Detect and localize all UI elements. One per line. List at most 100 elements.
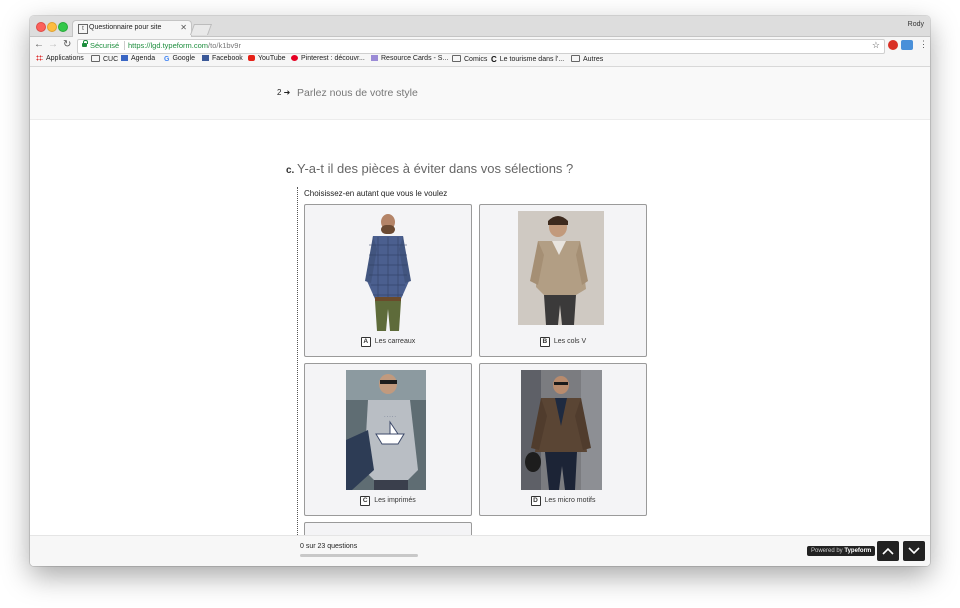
- reload-icon[interactable]: ↻: [63, 39, 71, 50]
- bookmark-youtube[interactable]: YouTube: [248, 55, 286, 62]
- maximize-window-button[interactable]: [58, 22, 68, 32]
- choice-text: Les imprimés: [374, 497, 416, 504]
- question-letter: c.: [286, 165, 295, 176]
- choice-d[interactable]: D Les micro motifs: [479, 363, 647, 516]
- choice-key: D: [530, 496, 541, 506]
- question-hint: Choisissez-en autant que vous le voulez: [304, 189, 448, 198]
- tab-strip: t Questionnaire pour site ✕ Rody: [30, 16, 930, 37]
- powered-prefix: Powered by: [811, 548, 843, 554]
- browser-tab[interactable]: t Questionnaire pour site ✕: [72, 20, 192, 37]
- pinterest-icon: [291, 55, 298, 61]
- svg-text:· · · · ·: · · · · ·: [384, 414, 395, 419]
- browser-window: t Questionnaire pour site ✕ Rody ← → ↻ S…: [30, 16, 930, 566]
- choice-key: B: [539, 337, 550, 347]
- choice-label: A Les carreaux: [305, 337, 471, 347]
- bookmark-label: Pinterest : découvr...: [301, 55, 365, 62]
- tab-title: Questionnaire pour site: [89, 24, 162, 31]
- previous-question-number: 2 ➜: [277, 88, 291, 97]
- typeform-favicon-icon: t: [78, 24, 88, 34]
- bookmark-applications[interactable]: Applications: [36, 55, 84, 62]
- previous-question-button[interactable]: [877, 541, 899, 561]
- powered-brand: Typeform: [844, 548, 872, 554]
- url-text[interactable]: https://lgd.typeform.com/to/k1bv9r: [128, 41, 241, 50]
- chevron-up-icon: [882, 547, 894, 555]
- choice-text: Les cols V: [553, 338, 587, 345]
- bookmark-label: Autres: [583, 56, 604, 63]
- man-v-neck-sweater-photo: [518, 211, 604, 325]
- bookmark-label: Resource Cards - S...: [381, 55, 449, 62]
- google-icon: G: [164, 56, 170, 63]
- chevron-down-icon: [908, 547, 920, 555]
- choice-b[interactable]: B Les cols V: [479, 204, 647, 357]
- man-printed-sweater-photo: · · · · ·: [346, 370, 426, 490]
- previous-question-band[interactable]: 2 ➜ Parlez nous de votre style: [30, 67, 930, 120]
- bookmark-agenda[interactable]: Agenda: [121, 55, 155, 62]
- c-logo-icon: C: [491, 55, 497, 64]
- bookmark-cuc[interactable]: CUC: [91, 55, 118, 63]
- youtube-icon: [248, 55, 255, 61]
- previous-number-value: 2: [277, 88, 282, 97]
- profile-name[interactable]: Rody: [908, 21, 924, 28]
- choice-a[interactable]: A Les carreaux: [304, 204, 472, 357]
- resource-cards-icon: [371, 55, 378, 61]
- progress-bar: [300, 554, 418, 557]
- url-separator: [124, 41, 125, 50]
- bookmark-autres[interactable]: Autres: [571, 55, 603, 63]
- bookmark-facebook[interactable]: Facebook: [202, 55, 243, 62]
- extension-badge-icon[interactable]: [901, 40, 913, 50]
- facebook-icon: [202, 55, 209, 61]
- star-icon[interactable]: ☆: [872, 40, 880, 51]
- choice-label: D Les micro motifs: [480, 496, 646, 506]
- bookmark-pinterest[interactable]: Pinterest : découvr...: [291, 55, 365, 62]
- secure-label: Sécurisé: [90, 41, 120, 50]
- folder-icon: [571, 55, 580, 62]
- choice-label: C Les imprimés: [305, 496, 471, 506]
- powered-by-typeform-badge[interactable]: Powered by Typeform: [807, 546, 876, 556]
- url-host: https://lgd.typeform.com: [128, 41, 209, 50]
- choice-text: Les micro motifs: [544, 497, 596, 504]
- choice-key: C: [360, 496, 371, 506]
- bookmarks-bar: Applications CUC Agenda G Google Facebook…: [30, 54, 930, 67]
- question-text: Y-a-t il des pièces à éviter dans vos sé…: [297, 161, 574, 176]
- bookmark-label: Google: [172, 55, 196, 62]
- folder-icon: [91, 55, 100, 62]
- choice-photo: [521, 370, 602, 490]
- progress-text: 0 sur 23 questions: [300, 543, 358, 550]
- man-checked-shirt-photo: [343, 211, 433, 331]
- choice-c[interactable]: · · · · · C Les imprimés: [304, 363, 472, 516]
- menu-icon[interactable]: ⋮: [919, 39, 928, 50]
- typeform-footer: 0 sur 23 questions Powered by Typeform: [30, 535, 930, 566]
- bookmark-label: Applications: [46, 55, 84, 62]
- choice-photo: · · · · ·: [346, 370, 426, 490]
- bookmark-google[interactable]: G Google: [164, 55, 195, 63]
- bookmark-resource-cards[interactable]: Resource Cards - S...: [371, 55, 448, 62]
- bookmark-label: Facebook: [212, 55, 243, 62]
- bookmark-label: CUC: [103, 56, 119, 63]
- choice-photo: [518, 211, 604, 325]
- bookmark-label: YouTube: [258, 55, 286, 62]
- browser-toolbar: ← → ↻ Sécurisé https://lgd.typeform.com/…: [30, 37, 930, 54]
- choice-label: B Les cols V: [480, 337, 646, 347]
- forward-arrow-icon[interactable]: →: [48, 39, 58, 50]
- bookmark-comics[interactable]: Comics: [452, 55, 487, 63]
- typeform-page: 2 ➜ Parlez nous de votre style c. Y-a-t …: [30, 67, 930, 566]
- bookmark-tourisme[interactable]: C Le tourisme dans l'...: [491, 55, 564, 64]
- question-rule: [297, 187, 298, 566]
- tab-close-icon[interactable]: ✕: [180, 23, 187, 32]
- minimize-window-button[interactable]: [47, 22, 57, 32]
- new-tab-button[interactable]: [189, 24, 213, 35]
- back-arrow-icon[interactable]: ←: [34, 39, 44, 50]
- address-bar[interactable]: Sécurisé https://lgd.typeform.com/to/k1b…: [77, 39, 885, 54]
- bookmark-label: Agenda: [131, 55, 156, 62]
- choice-key: A: [360, 337, 371, 347]
- next-question-button[interactable]: [903, 541, 925, 561]
- bookmark-label: Comics: [464, 56, 488, 63]
- apps-grid-icon: [36, 55, 43, 61]
- bookmark-label: Le tourisme dans l'...: [499, 56, 565, 63]
- calendar-icon: [121, 55, 128, 61]
- previous-question-text: Parlez nous de votre style: [297, 87, 418, 99]
- choice-photo: [343, 211, 433, 331]
- extension-icon[interactable]: [888, 40, 898, 50]
- close-window-button[interactable]: [36, 22, 46, 32]
- choice-text: Les carreaux: [374, 338, 416, 345]
